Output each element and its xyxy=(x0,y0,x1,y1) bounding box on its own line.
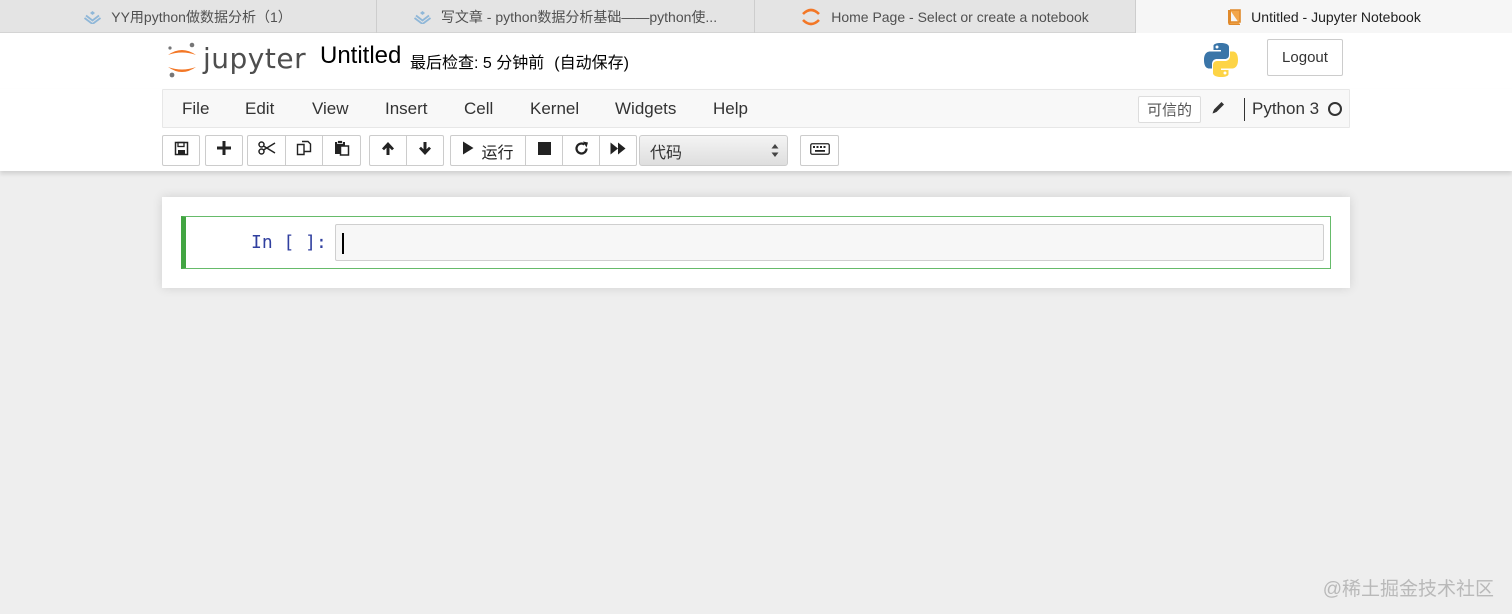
autosave-text: (自动保存) xyxy=(554,55,629,72)
command-palette-button[interactable] xyxy=(800,135,839,166)
kernel-status-icon xyxy=(1328,102,1342,116)
juejin-icon xyxy=(413,10,431,24)
paste-button[interactable] xyxy=(322,135,361,166)
tab-title: 写文章 - python数据分析基础——python使... xyxy=(440,8,718,25)
kernel-separator xyxy=(1244,98,1245,121)
stop-icon xyxy=(537,141,551,160)
browser-tab[interactable]: 写文章 - python数据分析基础——python使... xyxy=(377,0,755,33)
run-group: 运行 xyxy=(450,135,637,166)
logo-text: jupyter xyxy=(203,41,307,75)
insert-group xyxy=(205,135,243,166)
edit-group xyxy=(247,135,361,166)
python-icon xyxy=(1202,41,1240,84)
browser-tab[interactable]: YY用python做数据分析（1） xyxy=(0,0,377,33)
save-group xyxy=(162,135,200,166)
menu-edit[interactable]: Edit xyxy=(245,99,274,119)
tab-title: YY用python做数据分析（1） xyxy=(111,8,292,25)
refresh-icon xyxy=(574,141,589,161)
checkpoint-text: 最后检查: 5 分钟前 xyxy=(410,55,545,72)
cut-button[interactable] xyxy=(247,135,286,166)
arrow-down-icon xyxy=(418,141,432,161)
menu-cell[interactable]: Cell xyxy=(464,99,493,119)
save-button[interactable] xyxy=(162,135,200,166)
jupyter-logo[interactable]: jupyter xyxy=(165,40,306,80)
trusted-indicator[interactable]: 可信的 xyxy=(1138,96,1202,123)
code-input[interactable] xyxy=(335,224,1324,261)
tab-title: Untitled - Jupyter Notebook xyxy=(1251,8,1421,25)
pencil-icon[interactable] xyxy=(1211,100,1226,120)
browser-tab-bar: YY用python做数据分析（1） 写文章 - python数据分析基础——py… xyxy=(0,0,1512,33)
copy-icon xyxy=(296,140,312,161)
menu-insert[interactable]: Insert xyxy=(385,99,428,119)
menubar-container: File Edit View Insert Cell Kernel Widget… xyxy=(0,89,1512,171)
move-down-button[interactable] xyxy=(406,135,444,166)
plus-icon xyxy=(217,141,231,160)
cell-type-value: 代码 xyxy=(650,144,683,162)
menu-view[interactable]: View xyxy=(312,99,349,119)
tab-title: Home Page - Select or create a notebook xyxy=(831,8,1089,25)
jupyter-logo-icon xyxy=(168,42,196,78)
run-label: 运行 xyxy=(481,144,514,162)
jupyter-icon xyxy=(801,7,821,27)
save-icon xyxy=(174,141,189,161)
menu-widgets[interactable]: Widgets xyxy=(615,99,676,119)
cell-type-select[interactable]: 代码 xyxy=(639,135,788,166)
notebook-icon xyxy=(1227,8,1241,25)
menu-help[interactable]: Help xyxy=(713,99,748,119)
notebook-header: jupyter Untitled 最后检查: 5 分钟前 (自动保存) Logou… xyxy=(0,33,1512,89)
play-icon xyxy=(462,141,474,160)
fast-forward-icon xyxy=(610,142,626,160)
input-prompt: In [ ]: xyxy=(251,232,327,253)
move-up-button[interactable] xyxy=(369,135,407,166)
menu-kernel[interactable]: Kernel xyxy=(530,99,579,119)
paste-icon xyxy=(334,140,350,161)
browser-tab-active[interactable]: Untitled - Jupyter Notebook xyxy=(1136,0,1512,33)
select-arrows-icon xyxy=(771,143,779,163)
code-cell[interactable]: In [ ]: xyxy=(181,216,1331,269)
restart-button[interactable] xyxy=(562,135,600,166)
juejin-icon xyxy=(84,10,102,24)
checkpoint-status: 最后检查: 5 分钟前 (自动保存) xyxy=(410,49,629,73)
keyboard-icon xyxy=(809,142,830,160)
notebook-title[interactable]: Untitled xyxy=(320,42,401,70)
interrupt-button[interactable] xyxy=(525,135,563,166)
arrow-up-icon xyxy=(381,141,395,161)
notebook-container: In [ ]: xyxy=(162,197,1350,288)
menu-file[interactable]: File xyxy=(182,99,209,119)
text-cursor xyxy=(342,233,344,254)
insert-cell-button[interactable] xyxy=(205,135,243,166)
run-button[interactable]: 运行 xyxy=(450,135,526,166)
logout-button[interactable]: Logout xyxy=(1267,39,1343,76)
move-group xyxy=(369,135,444,166)
menubar: File Edit View Insert Cell Kernel Widget… xyxy=(162,89,1350,128)
watermark: @稀土掘金技术社区 xyxy=(1322,579,1494,600)
keyboard-group xyxy=(800,135,839,166)
kernel-name[interactable]: Python 3 xyxy=(1252,99,1319,119)
restart-run-all-button[interactable] xyxy=(599,135,637,166)
copy-button[interactable] xyxy=(285,135,323,166)
scissors-icon xyxy=(257,141,276,160)
browser-tab[interactable]: Home Page - Select or create a notebook xyxy=(755,0,1136,33)
